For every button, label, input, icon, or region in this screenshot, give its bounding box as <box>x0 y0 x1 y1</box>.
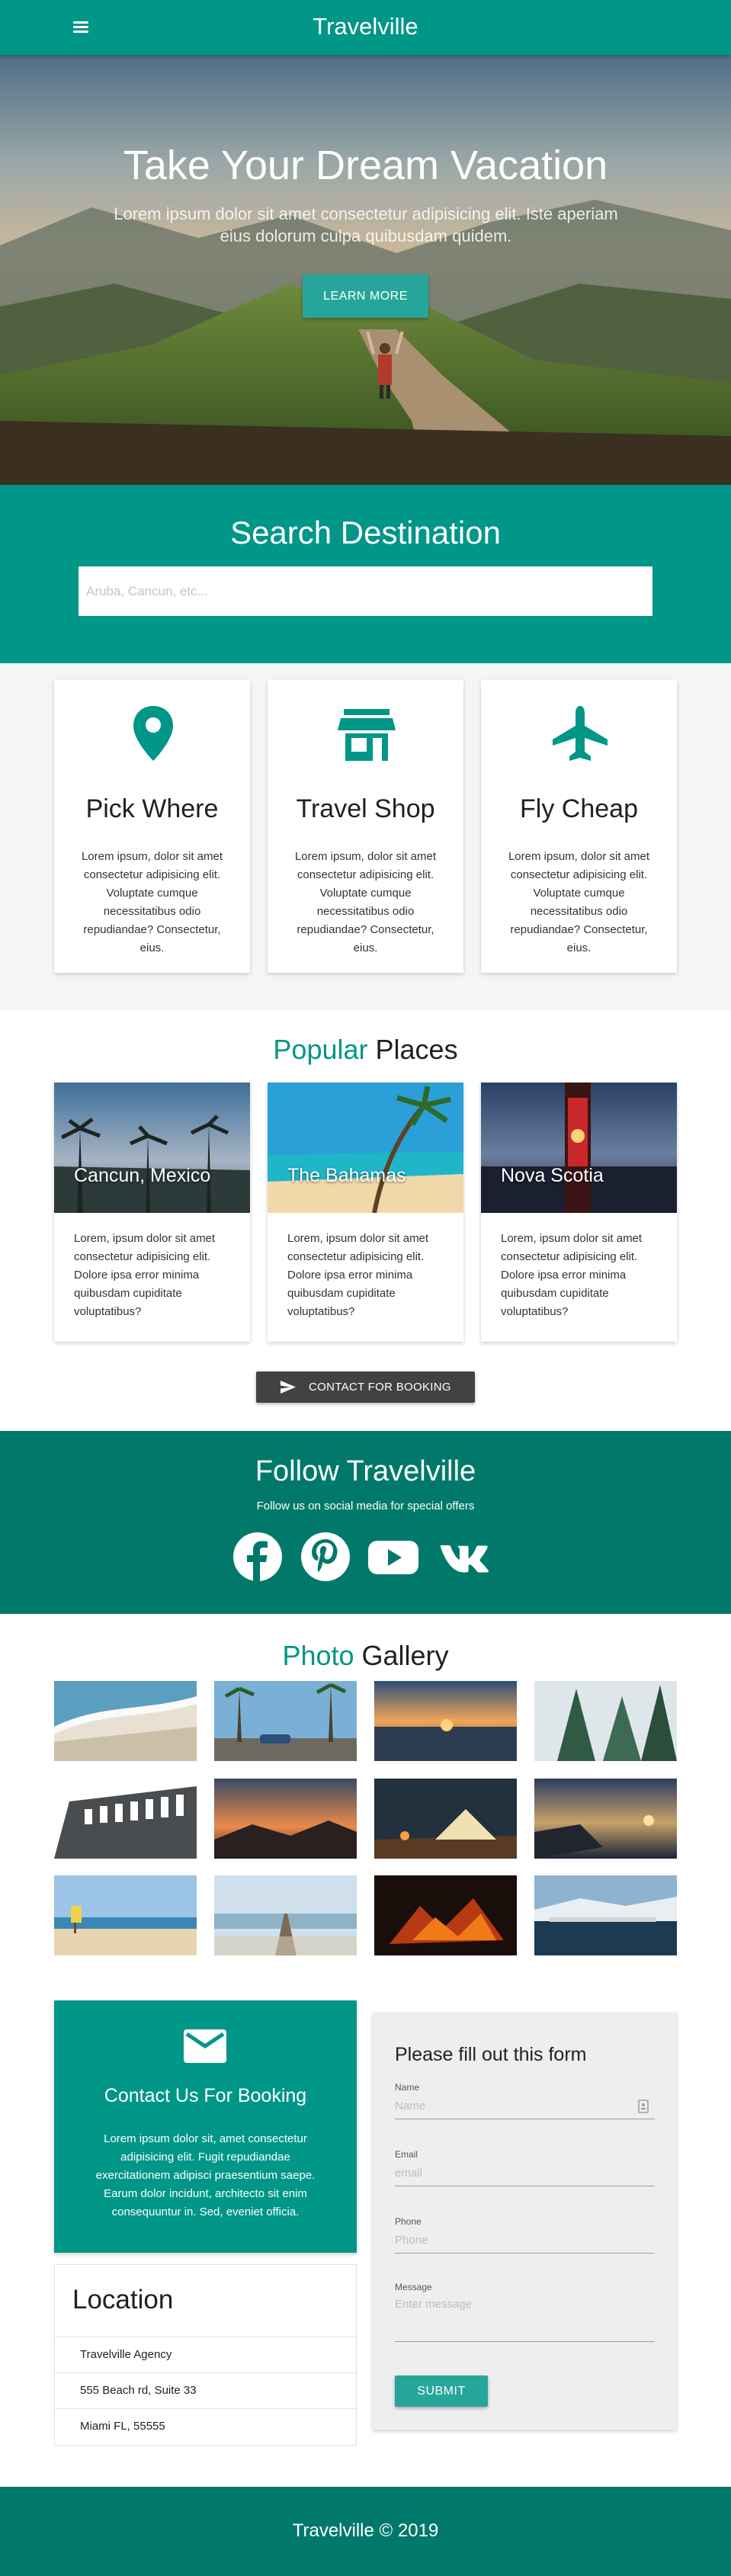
gallery-image-tent-night[interactable] <box>374 1779 517 1859</box>
place-name: Nova Scotia <box>501 1165 604 1186</box>
gallery-image-campfire[interactable] <box>374 1875 517 1955</box>
phone-label: Phone <box>395 2216 422 2227</box>
follow-title: Follow Travelville <box>255 1455 476 1487</box>
feature-text: Lorem ipsum, dolor sit amet consectetur … <box>294 850 437 954</box>
gallery-image-lifeguard-beach[interactable] <box>54 1875 197 1955</box>
gallery-image-beach[interactable] <box>54 1681 197 1761</box>
hero-mountain-image <box>0 55 731 485</box>
place-text: Lorem, ipsum dolor sit amet consectetur … <box>74 1232 216 1318</box>
gallery-image-sunset-sea[interactable] <box>374 1681 517 1761</box>
contact-text: Lorem ipsum dolor sit, amet consectetur … <box>95 2132 316 2218</box>
facebook-icon[interactable] <box>231 1530 284 1583</box>
booking-form: Please fill out this form Name Email Pho… <box>373 2013 677 2430</box>
location-line: 555 Beach rd, Suite 33 <box>55 2372 356 2408</box>
map-pin-icon <box>133 706 173 761</box>
place-text: Lorem, ipsum dolor sit amet consectetur … <box>287 1232 429 1318</box>
contact-card: Contact Us For Booking Lorem ipsum dolor… <box>54 2000 357 2253</box>
gallery-image-snowy-trees[interactable] <box>534 1681 677 1761</box>
location-card: Location Travelville Agency 555 Beach rd… <box>54 2264 357 2446</box>
nova-scotia-image <box>481 1083 677 1213</box>
name-label: Name <box>395 2082 420 2093</box>
gallery-image-palm-street[interactable] <box>214 1681 357 1761</box>
feature-title: Travel Shop <box>296 794 435 823</box>
phone-field[interactable] <box>395 2228 655 2254</box>
photo-gallery-title: Photo Gallery <box>0 1637 731 1675</box>
place-text: Lorem, ipsum dolor sit amet consectetur … <box>501 1232 643 1318</box>
title-highlight: Popular <box>273 1034 368 1065</box>
place-name: Cancun, Mexico <box>74 1165 211 1186</box>
place-name: The Bahamas <box>287 1165 406 1186</box>
location-title: Location <box>72 2285 174 2315</box>
feature-text: Lorem ipsum, dolor sit amet consectetur … <box>508 850 650 954</box>
search-title: Search Destination <box>230 515 501 550</box>
mail-icon <box>184 2029 226 2063</box>
search-section: Search Destination <box>0 485 731 663</box>
feature-text: Lorem ipsum, dolor sit amet consectetur … <box>81 850 223 954</box>
gallery-image-pier[interactable] <box>214 1875 357 1955</box>
hero-title: Take Your Dream Vacation <box>123 143 608 188</box>
feature-card-fly-cheap: Fly Cheap Lorem ipsum, dolor sit amet co… <box>481 680 677 973</box>
bahamas-image <box>268 1083 463 1213</box>
brand-logo[interactable]: Travelville <box>0 12 731 41</box>
email-label: Email <box>395 2149 418 2160</box>
store-icon <box>338 709 396 761</box>
feature-title: Pick Where <box>85 794 219 823</box>
location-line: Miami FL, 55555 <box>55 2408 356 2444</box>
contact-button-label: CONTACT FOR BOOKING <box>309 1381 451 1394</box>
message-field[interactable] <box>395 2293 655 2342</box>
feature-title: Fly Cheap <box>520 794 638 823</box>
title-rest: Places <box>367 1034 458 1065</box>
submit-button[interactable]: SUBMIT <box>395 2376 488 2407</box>
gallery-image-coastal-city[interactable] <box>534 1875 677 1955</box>
send-icon <box>281 1381 296 1394</box>
hero-subtitle: Lorem ipsum dolor sit amet consectetur a… <box>114 204 618 245</box>
gallery-image-cliff-sunset[interactable] <box>534 1779 677 1859</box>
place-card-bahamas[interactable]: The Bahamas Lorem, ipsum dolor sit amet … <box>268 1083 463 1342</box>
features-section: Pick Where Lorem ipsum, dolor sit amet c… <box>0 663 731 1010</box>
learn-more-button[interactable]: LEARN MORE <box>303 274 428 318</box>
feature-card-travel-shop: Travel Shop Lorem ipsum, dolor sit amet … <box>268 680 463 973</box>
cancun-image <box>54 1083 250 1213</box>
location-line: Travelville Agency <box>55 2337 356 2372</box>
navbar: Travelville <box>0 0 731 55</box>
form-title: Please fill out this form <box>395 2044 587 2065</box>
title-rest: Gallery <box>354 1640 449 1671</box>
pinterest-icon[interactable] <box>299 1530 352 1583</box>
place-card-cancun[interactable]: Cancun, Mexico Lorem, ipsum dolor sit am… <box>54 1083 250 1342</box>
email-field[interactable] <box>395 2161 655 2186</box>
youtube-icon[interactable] <box>367 1530 420 1583</box>
follow-subtitle: Follow us on social media for special of… <box>256 1500 475 1513</box>
contact-card-icon <box>638 2100 649 2113</box>
contact-for-booking-button[interactable]: CONTACT FOR BOOKING <box>256 1371 475 1403</box>
airplane-icon <box>553 706 608 761</box>
hero-section: Take Your Dream Vacation Lorem ipsum dol… <box>0 55 731 485</box>
place-card-nova-scotia[interactable]: Nova Scotia Lorem, ipsum dolor sit amet … <box>481 1083 677 1342</box>
gallery-image-colosseum[interactable] <box>54 1779 197 1859</box>
name-field[interactable] <box>395 2093 655 2119</box>
title-highlight: Photo <box>282 1640 354 1671</box>
feature-card-pick-where: Pick Where Lorem ipsum, dolor sit amet c… <box>54 680 250 973</box>
gallery-image-mountain-sunset[interactable] <box>214 1779 357 1859</box>
message-label: Message <box>395 2282 432 2292</box>
contact-title: Contact Us For Booking <box>104 2085 307 2106</box>
footer: Travelville © 2019 <box>0 2487 731 2576</box>
vk-icon[interactable] <box>438 1530 492 1583</box>
follow-section: Follow Travelville Follow us on social m… <box>0 1431 731 1614</box>
popular-places-title: Popular Places <box>0 1031 731 1069</box>
destination-search-input[interactable] <box>79 566 652 616</box>
footer-copyright: Travelville © 2019 <box>292 2520 439 2541</box>
